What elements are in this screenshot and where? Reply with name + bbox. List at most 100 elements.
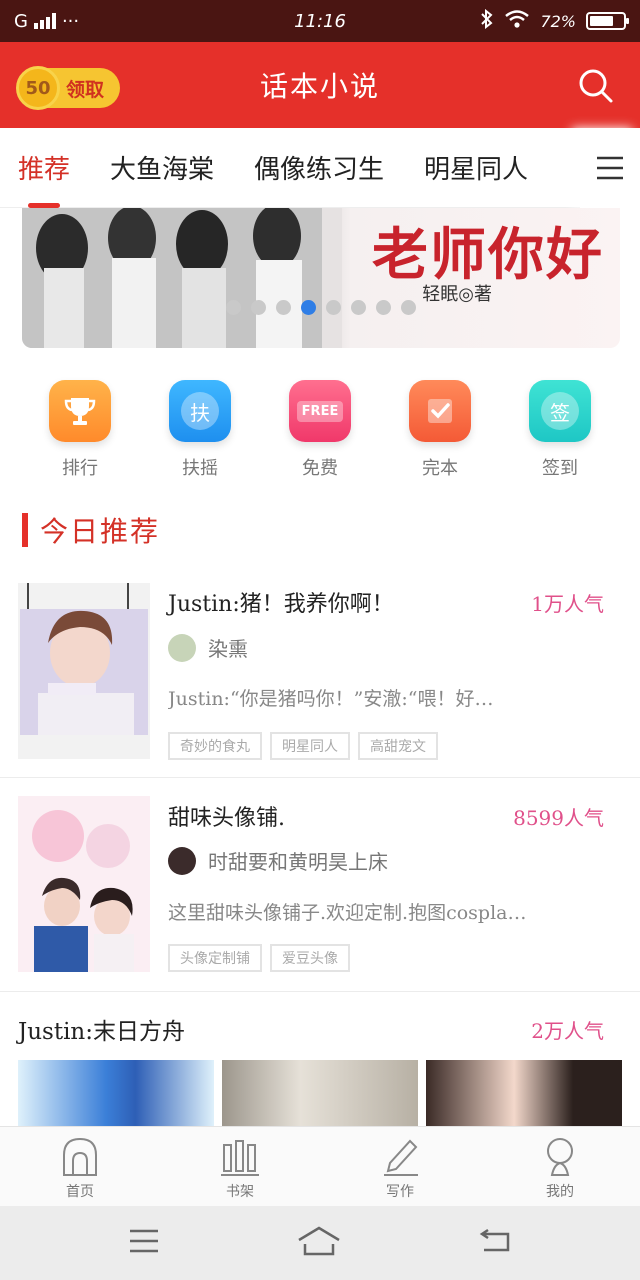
- banner-dot[interactable]: [351, 300, 366, 315]
- nav-home[interactable]: 首页: [0, 1127, 160, 1206]
- book-author: 时甜要和黄明昊上床: [208, 850, 388, 874]
- book-title: Justin:猪！我养你啊！: [168, 592, 394, 617]
- quick-entry-label: 免费: [302, 458, 338, 479]
- app-header: 50 领取 话本小说: [0, 42, 640, 128]
- quick-entry-sign-in[interactable]: 签 签到: [520, 380, 600, 490]
- nav-label: 写作: [386, 1184, 414, 1200]
- menu-lines-icon: [130, 1229, 159, 1253]
- menu-icon: [597, 156, 623, 180]
- book-tags: 奇妙的食丸 明星同人 高甜宠文: [168, 732, 438, 760]
- section-accent-bar: [22, 513, 28, 547]
- claim-label: 领取: [66, 78, 105, 101]
- preview-image: [18, 1060, 214, 1126]
- home-button[interactable]: [297, 1226, 341, 1260]
- preview-image: [426, 1060, 622, 1126]
- back-button[interactable]: [478, 1228, 512, 1258]
- author-avatar: [168, 846, 196, 875]
- quick-entry-label: 签到: [542, 458, 578, 479]
- banner-dot[interactable]: [401, 300, 416, 315]
- bookshelf-icon: [221, 1140, 259, 1176]
- quick-entry-completed[interactable]: 完本: [400, 380, 480, 490]
- battery-percent: 72%: [540, 11, 576, 31]
- banner-dot[interactable]: [376, 300, 391, 315]
- quick-entry-label: 排行: [62, 458, 98, 479]
- quick-entry-free[interactable]: FREE 免费: [280, 380, 360, 490]
- book-tag[interactable]: 明星同人: [270, 732, 350, 760]
- book-tag[interactable]: 奇妙的食丸: [168, 732, 262, 760]
- claim-coins-button[interactable]: 50 领取: [16, 66, 120, 110]
- tab-idol-producer[interactable]: 偶像练习生: [254, 149, 384, 186]
- tabs-menu-button[interactable]: [580, 128, 640, 208]
- banner-artwork: [22, 208, 342, 348]
- search-icon: [579, 69, 613, 103]
- status-bar: G ··· 11:16 72%: [0, 0, 640, 42]
- system-navigation-bar: [0, 1206, 640, 1280]
- tab-celebrity-fanfic[interactable]: 明星同人: [424, 149, 528, 186]
- nav-label: 书架: [226, 1184, 254, 1200]
- coin-value: 50: [25, 77, 51, 99]
- promo-banner[interactable]: 老师你好 轻眠◎著: [22, 208, 620, 348]
- carrier-label: G: [14, 10, 28, 32]
- book-author: 染熏: [208, 637, 248, 661]
- category-tabs: 推荐 大鱼海棠 偶像练习生 明星同人: [0, 128, 640, 208]
- book-list-item-header[interactable]: Justin:末日方舟 2万人气: [18, 1012, 622, 1046]
- support-icon: 扶: [169, 380, 231, 442]
- quick-entry-label: 扶摇: [182, 458, 218, 479]
- book-popularity: 8599人气: [513, 806, 604, 830]
- support-glyph: 扶: [181, 392, 219, 430]
- profile-icon: [547, 1138, 573, 1176]
- battery-icon: [586, 12, 629, 30]
- quick-entry-support[interactable]: 扶 扶摇: [160, 380, 240, 490]
- free-glyph: FREE: [296, 400, 344, 422]
- book-cover: [18, 796, 150, 972]
- banner-dot[interactable]: [276, 300, 291, 315]
- book-title: 甜味头像铺.: [168, 806, 285, 831]
- preview-image: [222, 1060, 418, 1126]
- book-cover: [18, 583, 150, 759]
- signal-icon: [33, 13, 56, 29]
- book-tag[interactable]: 高甜宠文: [358, 732, 438, 760]
- book-tag[interactable]: 爱豆头像: [270, 944, 350, 972]
- banner-author: 轻眠◎著: [422, 284, 492, 305]
- bottom-navigation: 首页 书架 写作 我的: [0, 1126, 640, 1206]
- section-header: 今日推荐: [22, 510, 160, 550]
- check-icon: [409, 380, 471, 442]
- banner-dot[interactable]: [326, 300, 341, 315]
- book-author-row: 时甜要和黄明昊上床: [168, 846, 388, 875]
- nav-profile[interactable]: 我的: [480, 1127, 640, 1206]
- book-popularity: 1万人气: [531, 592, 604, 616]
- author-avatar: [168, 633, 196, 662]
- book-title: Justin:末日方舟: [18, 1019, 185, 1045]
- sign-in-icon: 签: [529, 380, 591, 442]
- tab-dayuhaitang[interactable]: 大鱼海棠: [110, 149, 214, 186]
- nav-bookshelf[interactable]: 书架: [160, 1127, 320, 1206]
- book-popularity: 2万人气: [531, 1018, 604, 1043]
- quick-entry-ranking[interactable]: 排行: [40, 380, 120, 490]
- nav-label: 首页: [66, 1184, 94, 1200]
- book-list-item[interactable]: Justin:猪！我养你啊！ 1万人气 染熏 Justin:“你是猪吗你！”安澈…: [0, 564, 640, 778]
- book-list-item[interactable]: 甜味头像铺. 8599人气 时甜要和黄明昊上床 这里甜味头像铺子.欢迎定制.抱图…: [0, 778, 640, 992]
- nav-label: 我的: [546, 1184, 574, 1200]
- banner-dot[interactable]: [251, 300, 266, 315]
- banner-dot[interactable]: [226, 300, 241, 315]
- book-author-row: 染熏: [168, 633, 248, 662]
- banner-dot[interactable]: [301, 300, 316, 315]
- bluetooth-icon: [480, 8, 494, 34]
- banner-pagination: [226, 300, 416, 315]
- section-title: 今日推荐: [40, 515, 161, 548]
- book-description: Justin:“你是猪吗你！”安澈:“喂！好…: [168, 688, 494, 710]
- quick-entry-label: 完本: [422, 458, 458, 479]
- nav-write[interactable]: 写作: [320, 1127, 480, 1206]
- wifi-icon: [504, 9, 530, 34]
- app-title: 话本小说: [259, 70, 380, 103]
- book-tag[interactable]: 头像定制铺: [168, 944, 262, 972]
- free-icon: FREE: [289, 380, 351, 442]
- recent-apps-button[interactable]: [128, 1228, 160, 1258]
- book-description: 这里甜味头像铺子.欢迎定制.抱图cospla…: [168, 902, 527, 924]
- banner-title: 老师你好: [372, 222, 604, 288]
- home-icon: [63, 1137, 97, 1176]
- pencil-icon: [384, 1139, 418, 1176]
- search-button[interactable]: [576, 66, 616, 106]
- book-preview-images[interactable]: [18, 1060, 622, 1126]
- tab-recommend[interactable]: 推荐: [18, 149, 70, 208]
